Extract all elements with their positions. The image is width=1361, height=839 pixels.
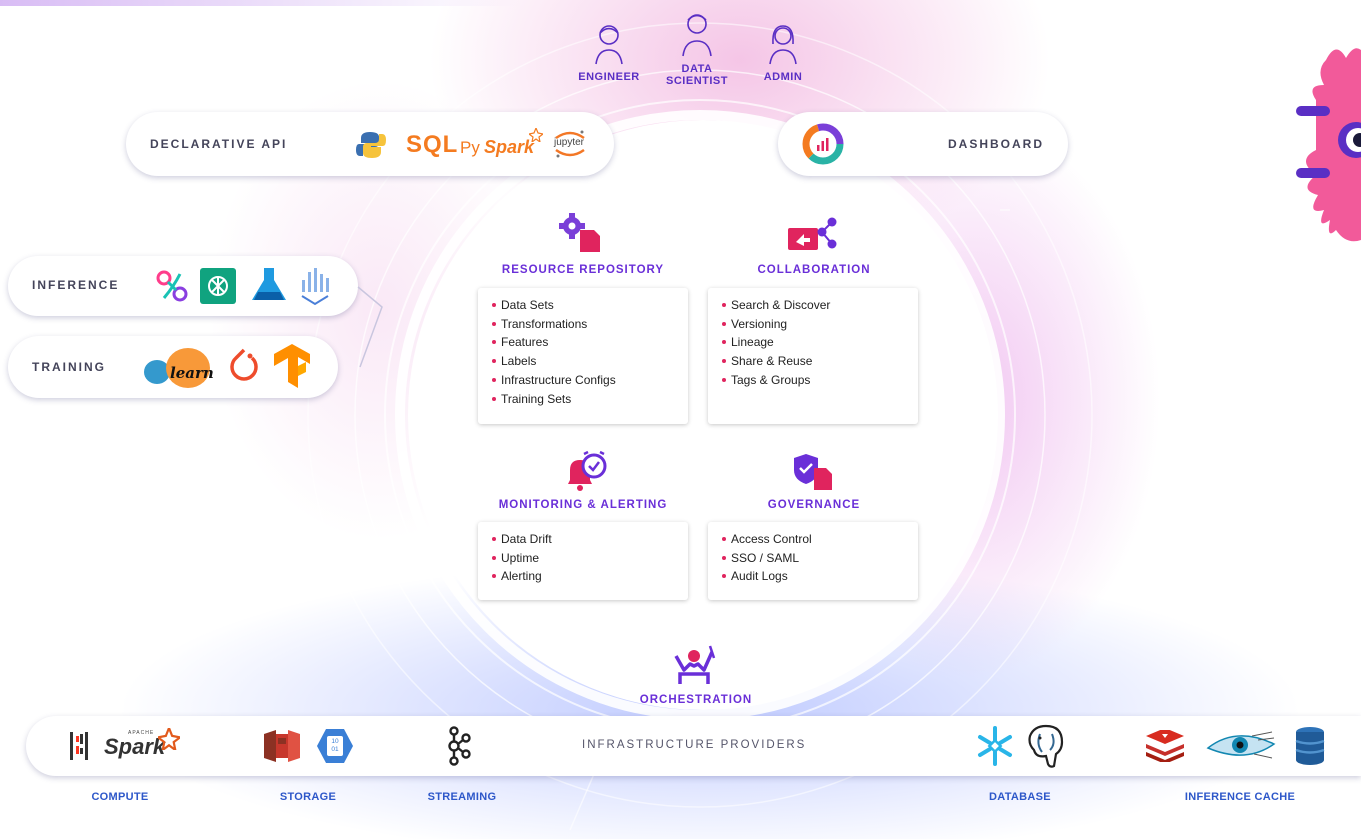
spark-logo: Spark: [484, 137, 535, 157]
list-item: Search & Discover: [722, 296, 918, 315]
governance-list: Access Control SSO / SAML Audit Logs: [708, 522, 918, 586]
snowflake-database-icon: [978, 726, 1012, 766]
list-item: Features: [492, 333, 688, 352]
jupyter-logo: jupyter: [552, 128, 588, 160]
python-logo-icon: [356, 132, 386, 158]
data-scientist-icon: [682, 14, 712, 57]
databricks-compute-icon: [70, 732, 88, 760]
list-item: Uptime: [492, 549, 688, 568]
monitoring-alerting-list: Data Drift Uptime Alerting: [478, 522, 688, 586]
connector-lines: [357, 286, 383, 368]
list-item: Access Control: [722, 530, 918, 549]
sklearn-learn-text: learn: [170, 364, 214, 382]
list-item: Infrastructure Configs: [492, 371, 688, 390]
list-item: Transformations: [492, 315, 688, 334]
monitoring-alerting-title: MONITORING & ALERTING: [498, 499, 668, 511]
list-item: Data Sets: [492, 296, 688, 315]
apache-spark-logo: APACHE Spark: [104, 728, 184, 764]
dashboard-chart-icon: [802, 123, 844, 165]
azure-storage-icon: 10 01: [316, 728, 354, 764]
gear-file-icon: [559, 213, 600, 252]
resource-repository-title: RESOURCE REPOSITORY: [501, 264, 665, 276]
persona-label: SCIENTIST: [666, 75, 728, 87]
streaming-label: STREAMING: [427, 791, 497, 803]
declarative-api-panel: DECLARATIVE API SQL Py Spark jupyter: [126, 112, 614, 176]
list-item: Alerting: [492, 567, 688, 586]
persona-data-scientist: DATA SCIENTIST: [652, 10, 742, 87]
persona-engineer: ENGINEER: [564, 22, 654, 83]
postgresql-database-icon: [1028, 724, 1064, 768]
orchestration-label: ORCHESTRATION: [639, 694, 753, 706]
declarative-api-label: DECLARATIVE API: [150, 137, 288, 151]
monitoring-alerting-card: Data Drift Uptime Alerting: [478, 522, 688, 600]
collaboration-list: Search & Discover Versioning Lineage Sha…: [708, 288, 918, 390]
sql-logo: SQL: [406, 131, 459, 158]
training-panel: TRAINING learn: [8, 336, 338, 398]
collaboration-card: Search & Discover Versioning Lineage Sha…: [708, 288, 918, 424]
infrastructure-providers-label: INFRASTRUCTURE PROVIDERS: [582, 739, 807, 751]
infrastructure-bar: APACHE Spark 10 01 INFRASTRUCTURE PROVID…: [26, 716, 1361, 776]
aws-s3-icon: [264, 730, 300, 762]
resource-repository-card: Data Sets Transformations Features Label…: [478, 288, 688, 424]
orchestration-icon: [674, 645, 716, 684]
cassandra-cache-icon: [1206, 731, 1276, 759]
storage-label: STORAGE: [279, 791, 337, 803]
shield-file-icon: [794, 454, 832, 490]
seldon-logo-icon: [156, 270, 188, 302]
persona-label: ADMIN: [763, 71, 803, 83]
spark-star-icon: [158, 728, 180, 750]
mascot-icon: [1296, 48, 1361, 242]
redis-cache-icon: [1146, 730, 1184, 762]
list-item: Share & Reuse: [722, 352, 918, 371]
admin-icon: [769, 25, 797, 65]
kafka-streaming-icon: [448, 726, 471, 766]
bell-clock-icon: [568, 450, 607, 491]
collaboration-title: COLLABORATION: [757, 264, 871, 276]
azure-ml-flask-icon: [252, 268, 286, 300]
list-item: Tags & Groups: [722, 371, 918, 390]
list-item: SSO / SAML: [722, 549, 918, 568]
persona-admin: ADMIN: [738, 22, 828, 83]
compute-label: COMPUTE: [91, 791, 149, 803]
vector-db-icon: [301, 268, 329, 306]
inference-cache-label: INFERENCE CACHE: [1184, 791, 1296, 803]
dynamodb-cache-icon: [1295, 727, 1325, 765]
share-screen-icon: [788, 217, 837, 250]
list-item: Data Drift: [492, 530, 688, 549]
spark-text: Spark: [104, 734, 166, 759]
persona-label: ENGINEER: [578, 71, 640, 83]
persona-label: DATA: [681, 63, 713, 75]
training-label: TRAINING: [32, 360, 106, 374]
list-item: Lineage: [722, 333, 918, 352]
tensorflow-logo-icon: [274, 344, 310, 388]
database-label: DATABASE: [989, 791, 1051, 803]
inference-label: INFERENCE: [32, 278, 120, 292]
list-item: Training Sets: [492, 390, 688, 409]
engineer-icon: [595, 25, 623, 65]
resource-repository-list: Data Sets Transformations Features Label…: [478, 288, 688, 408]
dashboard-panel[interactable]: DASHBOARD: [778, 112, 1068, 176]
jupyter-label: jupyter: [554, 137, 585, 148]
azure-binary-text: 10 01: [331, 738, 339, 753]
list-item: Audit Logs: [722, 567, 918, 586]
governance-title: GOVERNANCE: [767, 499, 861, 511]
sklearn-logo: learn: [144, 348, 220, 388]
inference-panel: INFERENCE: [8, 256, 358, 316]
openai-logo-icon: [200, 268, 236, 304]
spark-star-icon: [529, 128, 543, 142]
py-logo: Py: [460, 138, 480, 157]
list-item: Labels: [492, 352, 688, 371]
governance-card: Access Control SSO / SAML Audit Logs: [708, 522, 918, 600]
dashboard-label: DASHBOARD: [948, 137, 1044, 151]
pytorch-logo-icon: [230, 348, 258, 381]
list-item: Versioning: [722, 315, 918, 334]
